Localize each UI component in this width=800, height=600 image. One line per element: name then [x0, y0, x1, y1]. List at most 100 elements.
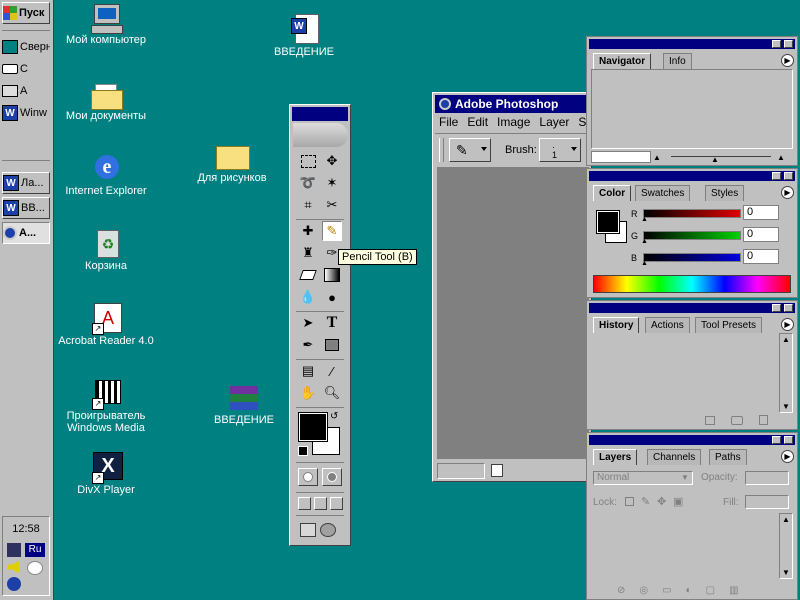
- tab-channels[interactable]: Channels: [647, 449, 702, 465]
- desktop-icon-acrobat-reader[interactable]: A ↗ Acrobat Reader 4.0: [52, 303, 160, 347]
- slider-thumb-icon[interactable]: ▲: [641, 216, 648, 223]
- adobe-online-icon[interactable]: [293, 123, 348, 147]
- crop-tool-icon[interactable]: ⌗: [298, 195, 318, 215]
- quick-launch-word[interactable]: W Winw: [2, 102, 50, 124]
- close-icon[interactable]: [784, 172, 793, 180]
- layer-style-icon[interactable]: ⊘: [617, 585, 625, 596]
- pen-tool-icon[interactable]: ✒: [298, 335, 318, 355]
- desktop-icon-my-computer[interactable]: Мой компьютер: [62, 2, 150, 46]
- desktop-icon-internet-explorer[interactable]: e Internet Explorer: [62, 153, 150, 197]
- desktop-icon-recycle-bin[interactable]: ♻ Корзина: [62, 228, 150, 272]
- foreground-color-swatch[interactable]: [298, 412, 328, 442]
- eyedropper-tool-icon[interactable]: ⁄: [322, 361, 342, 381]
- color-ramp[interactable]: [593, 275, 791, 293]
- tab-tool-presets[interactable]: Tool Presets: [695, 317, 763, 333]
- standard-screen-mode-icon[interactable]: [298, 497, 311, 510]
- default-colors-icon[interactable]: [298, 446, 308, 456]
- tab-color[interactable]: Color: [593, 185, 632, 201]
- eraser-tool-icon[interactable]: [298, 265, 318, 285]
- type-tool-icon[interactable]: T: [322, 313, 342, 333]
- minimize-icon[interactable]: [772, 304, 781, 312]
- zoom-in-icon[interactable]: ▲: [777, 153, 785, 162]
- tab-info[interactable]: Info: [663, 53, 692, 69]
- zoom-slider[interactable]: [671, 156, 771, 157]
- lock-image-icon[interactable]: ✎: [641, 495, 650, 508]
- clone-stamp-tool-icon[interactable]: ♜: [298, 243, 318, 263]
- adjustment-layer-icon[interactable]: ◐: [686, 585, 692, 596]
- green-value-input[interactable]: 0: [743, 227, 779, 242]
- palette-menu-icon[interactable]: ▶: [781, 54, 794, 67]
- shape-tool-icon[interactable]: [322, 335, 342, 355]
- marquee-tool-icon[interactable]: [298, 151, 318, 171]
- move-tool-icon[interactable]: ✥: [322, 151, 342, 171]
- new-set-icon[interactable]: ▭: [662, 585, 671, 596]
- task-button[interactable]: W ВВ...: [2, 197, 50, 219]
- quick-launch-item[interactable]: С: [2, 58, 50, 80]
- snapshot-icon[interactable]: [731, 416, 743, 425]
- dropdown-arrow-icon[interactable]: ▼: [681, 473, 689, 482]
- minimize-icon[interactable]: [772, 40, 781, 48]
- workspace[interactable]: [437, 167, 589, 459]
- volume-icon[interactable]: [7, 561, 19, 573]
- tray-icon[interactable]: [27, 561, 43, 575]
- pencil-tool-icon[interactable]: ✎: [322, 221, 342, 241]
- task-button-active[interactable]: А...: [2, 222, 50, 244]
- desktop-icon-winrar-archive[interactable]: ВВЕДЕНИЕ: [202, 384, 286, 426]
- blue-value-input[interactable]: 0: [743, 249, 779, 264]
- close-icon[interactable]: [784, 304, 793, 312]
- close-icon[interactable]: [784, 40, 793, 48]
- layer-mask-icon[interactable]: ◎: [639, 585, 648, 596]
- trash-icon[interactable]: ▥: [729, 585, 738, 596]
- scroll-down-icon[interactable]: ▼: [782, 402, 790, 411]
- standard-mode-icon[interactable]: [298, 468, 318, 486]
- scroll-up-icon[interactable]: ▲: [782, 335, 790, 344]
- red-slider[interactable]: [643, 209, 741, 218]
- navigator-preview[interactable]: [591, 69, 793, 149]
- healing-brush-tool-icon[interactable]: ✚: [298, 221, 318, 241]
- fill-input[interactable]: [745, 495, 789, 509]
- magic-wand-tool-icon[interactable]: ✶: [322, 173, 342, 193]
- trash-icon[interactable]: [759, 415, 768, 425]
- full-screen-menu-mode-icon[interactable]: [314, 497, 327, 510]
- desktop-icon-my-documents[interactable]: Мои документы: [62, 78, 150, 122]
- scroll-up-icon[interactable]: ▲: [782, 515, 790, 524]
- history-list[interactable]: [591, 333, 777, 413]
- menu-image[interactable]: Image: [497, 115, 530, 131]
- tool-preset-picker[interactable]: ✎: [449, 138, 491, 162]
- palette-title-bar[interactable]: [589, 171, 795, 181]
- palette-title-bar[interactable]: [589, 39, 795, 49]
- palette-menu-icon[interactable]: ▶: [781, 318, 794, 331]
- zoom-slider-thumb-icon[interactable]: ▲: [711, 155, 719, 164]
- full-screen-mode-icon[interactable]: [330, 497, 343, 510]
- menu-file[interactable]: File: [439, 115, 458, 131]
- tab-layers[interactable]: Layers: [593, 449, 638, 465]
- slice-tool-icon[interactable]: ✂: [322, 195, 342, 215]
- desktop-icon-folder-pictures[interactable]: Для рисунков: [188, 140, 276, 184]
- green-slider[interactable]: [643, 231, 741, 240]
- slider-thumb-icon[interactable]: ▲: [641, 260, 648, 267]
- gradient-tool-icon[interactable]: [322, 265, 342, 285]
- new-layer-icon[interactable]: ▢: [706, 585, 715, 596]
- red-value-input[interactable]: 0: [743, 205, 779, 220]
- palette-title-bar[interactable]: [589, 435, 795, 445]
- lock-all-icon[interactable]: ▣: [673, 495, 683, 508]
- scrollbar[interactable]: ▲ ▼: [779, 333, 793, 413]
- swap-colors-icon[interactable]: ↺: [330, 411, 338, 422]
- palette-title-bar[interactable]: [589, 303, 795, 313]
- language-indicator[interactable]: Ru: [25, 543, 45, 557]
- status-zoom[interactable]: [437, 463, 485, 479]
- palette-menu-icon[interactable]: ▶: [781, 186, 794, 199]
- minimize-icon[interactable]: [772, 436, 781, 444]
- tray-app-icon[interactable]: [7, 577, 21, 591]
- desktop-icon-windows-media[interactable]: ↗ Проигрыватель Windows Media: [52, 378, 160, 434]
- lasso-tool-icon[interactable]: ➰: [298, 173, 318, 193]
- quick-mask-mode-icon[interactable]: [322, 468, 342, 486]
- desktop-icon-word-document[interactable]: W ВВЕДЕНИЕ: [262, 14, 346, 58]
- tab-styles[interactable]: Styles: [705, 185, 745, 201]
- lock-transparency-icon[interactable]: [625, 497, 634, 506]
- toolbox-title-bar[interactable]: [292, 107, 348, 121]
- layers-list[interactable]: [591, 513, 777, 579]
- photoshop-title-bar[interactable]: Adobe Photoshop: [435, 95, 589, 113]
- tab-swatches[interactable]: Swatches: [635, 185, 691, 201]
- new-document-icon[interactable]: [705, 416, 715, 425]
